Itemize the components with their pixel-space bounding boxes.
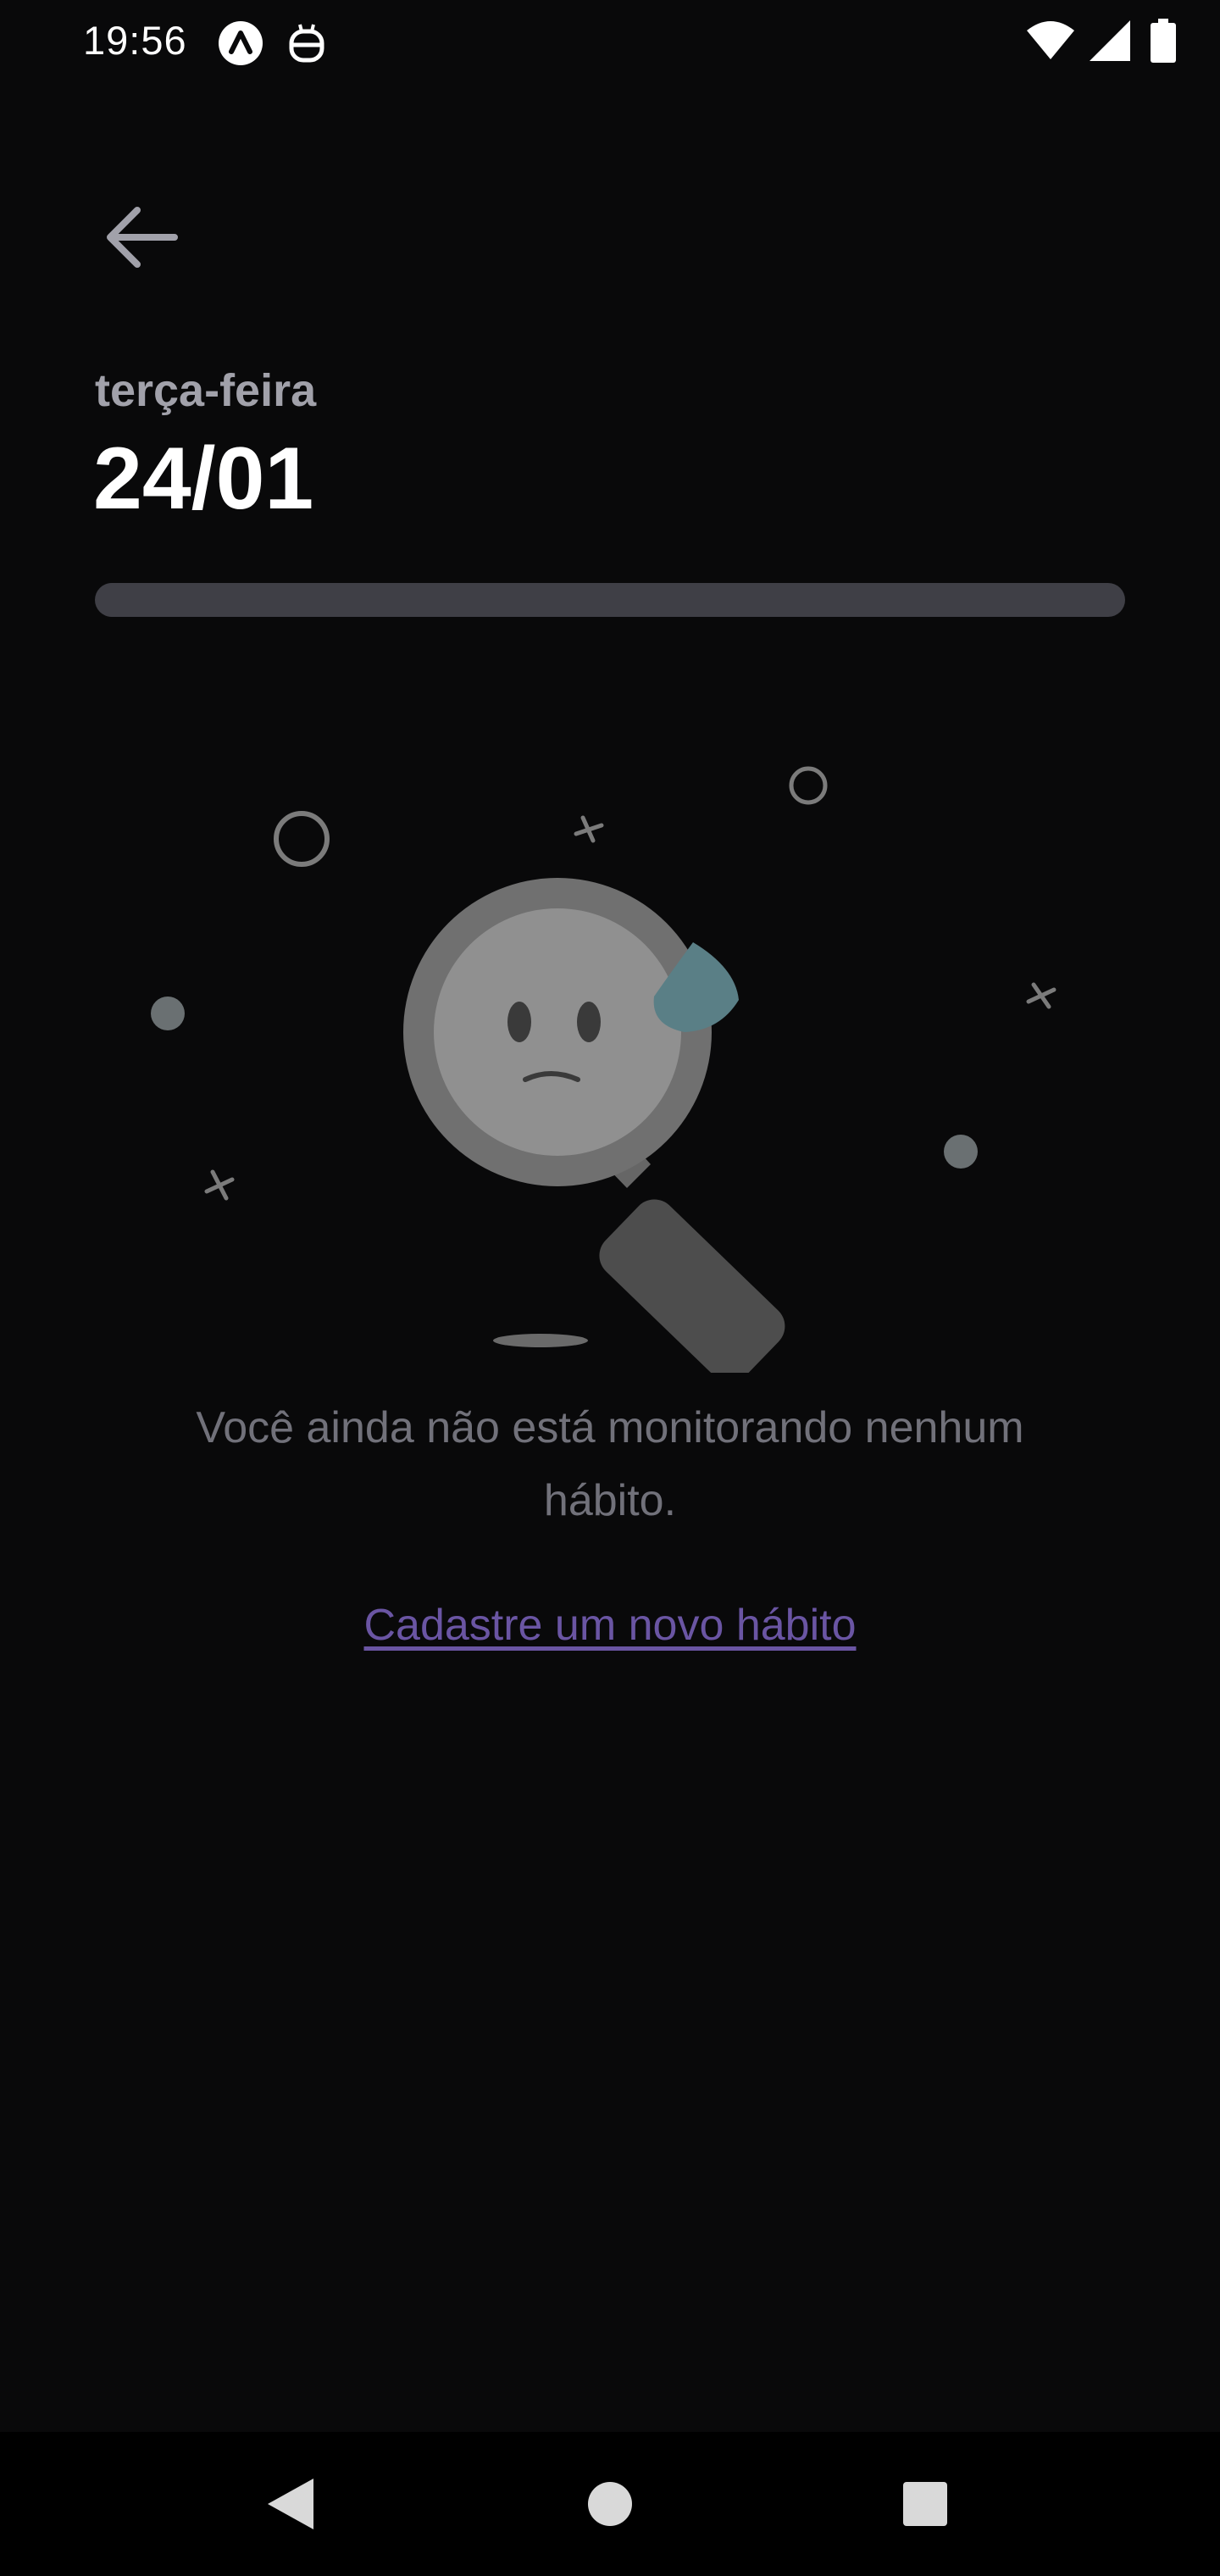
back-triangle-icon[interactable] <box>247 2462 332 2546</box>
decor-circle-icon <box>274 811 330 867</box>
arrow-left-icon <box>107 207 178 268</box>
back-button[interactable] <box>100 195 185 280</box>
progress-bar <box>95 583 1125 617</box>
status-bar: 19:56 <box>0 0 1220 85</box>
decor-cross-icon <box>574 815 604 843</box>
weekday-label: terça-feira <box>95 365 317 416</box>
decor-dot-icon <box>944 1135 978 1169</box>
register-habit-link[interactable]: Cadastre um novo hábito <box>127 1600 1093 1651</box>
decor-cross-icon <box>1026 982 1056 1009</box>
wifi-icon <box>1027 21 1074 59</box>
recents-square-icon[interactable] <box>883 2462 968 2546</box>
app-a-icon <box>219 21 263 65</box>
decor-dot-icon <box>151 997 185 1030</box>
decor-cross-icon <box>204 1169 235 1201</box>
date-title: 24/01 <box>93 430 314 528</box>
battery-icon <box>1151 19 1176 63</box>
cellular-signal-icon <box>1090 20 1130 61</box>
home-circle-icon[interactable] <box>568 2462 652 2546</box>
status-time: 19:56 <box>83 18 187 63</box>
sad-magnifying-glass-icon <box>151 766 1056 1373</box>
empty-state-message: Você ainda não está monitorando nenhum h… <box>196 1403 1024 1525</box>
app-bot-icon <box>289 24 324 63</box>
navigation-bar <box>0 2432 1220 2576</box>
decor-circle-icon <box>789 766 828 805</box>
